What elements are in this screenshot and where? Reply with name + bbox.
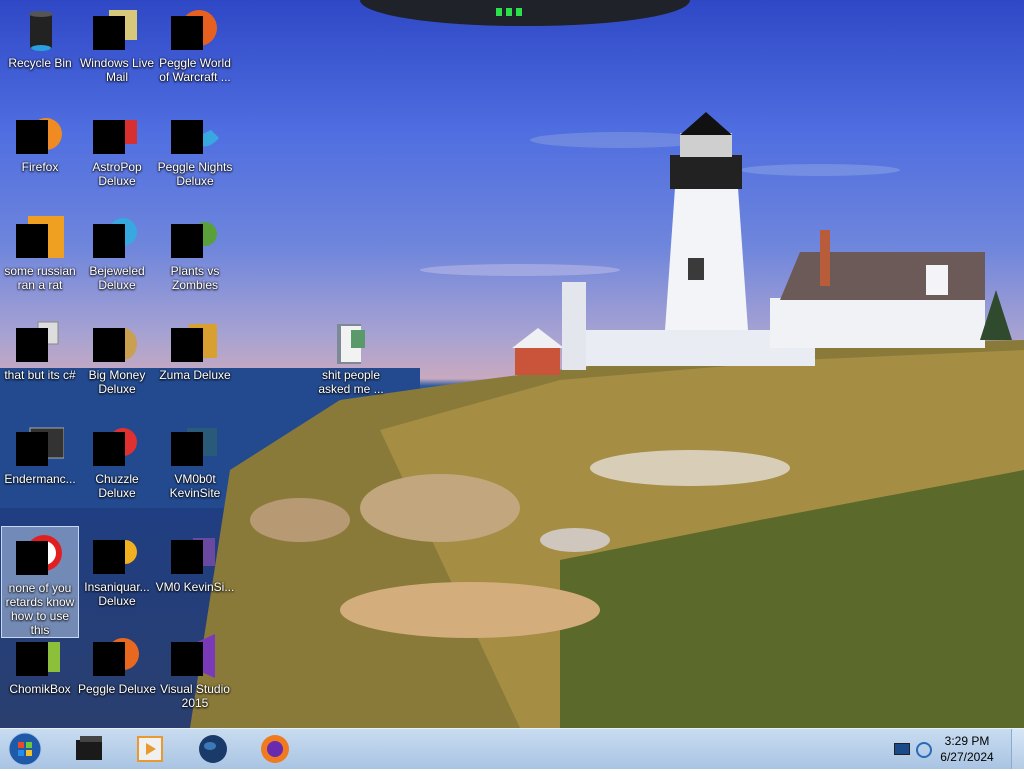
start-button[interactable]	[8, 732, 42, 766]
peggle-icon	[171, 6, 219, 54]
desktop-icon-peggle-wow[interactable]: Peggle World of Warcraft ...	[155, 2, 235, 84]
taskbar-terminal-button[interactable]	[72, 732, 106, 766]
mail-icon	[93, 6, 141, 54]
icon-label: Windows Live Mail	[79, 56, 155, 84]
desktop-icon-plants-vs-zombies[interactable]: Plants vs Zombies	[155, 210, 235, 292]
icon-label: Bejeweled Deluxe	[89, 264, 145, 292]
icon-label: Visual Studio 2015	[160, 682, 230, 710]
desktop-icon-chuzzle[interactable]: Chuzzle Deluxe	[77, 418, 157, 500]
globe-icon	[199, 735, 227, 763]
icon-label: AstroPop Deluxe	[92, 160, 142, 188]
desktop-icon-vm0-kevinsite[interactable]: VM0 KevinSi...	[155, 526, 235, 594]
icon-label: that but its c#	[4, 368, 76, 382]
text-file-icon	[16, 214, 64, 262]
network-icon[interactable]	[894, 743, 910, 755]
system-tray: 3:29 PM 6/27/2024	[884, 729, 1024, 769]
desktop-icon-rat[interactable]: some russian ran a rat	[0, 210, 80, 292]
taskbar: 3:29 PM 6/27/2024	[0, 728, 1024, 769]
volume-icon[interactable]	[916, 742, 932, 758]
desktop-icon-endermanch[interactable]: Endermanc...	[0, 418, 80, 486]
icon-label: shit people asked me ...	[318, 368, 384, 396]
icon-label: Peggle World of Warcraft ...	[159, 56, 231, 84]
show-desktop-button[interactable]	[1011, 729, 1024, 769]
desktop-icon-windows-live-mail[interactable]: Windows Live Mail	[77, 2, 157, 84]
icon-label: Peggle Deluxe	[77, 682, 157, 696]
icon-label: some russian ran a rat	[4, 264, 76, 292]
icon-label: VM0b0t KevinSite	[169, 472, 221, 500]
icon-label: Chuzzle Deluxe	[95, 472, 139, 500]
zuma-icon	[171, 318, 219, 366]
desktop-icon-vm0b0t[interactable]: VM0b0t KevinSite	[155, 418, 235, 500]
media-player-icon	[137, 736, 163, 762]
desktop-icon-visual-studio[interactable]: Visual Studio 2015	[155, 628, 235, 710]
icon-label: Big Money Deluxe	[88, 368, 146, 396]
clock-time: 3:29 PM	[944, 734, 990, 748]
taskbar-firefox-button[interactable]	[258, 732, 292, 766]
icon-label: Endermanc...	[4, 472, 76, 486]
console-icon	[16, 422, 65, 470]
money-bag-icon	[93, 318, 141, 366]
desktop[interactable]: Recycle Bin Firefox some russian ran a r…	[0, 0, 1024, 728]
insaniquarium-icon	[93, 530, 141, 578]
taskbar-media-player-button[interactable]	[134, 732, 168, 766]
peggle-deluxe-icon	[93, 632, 141, 680]
clock[interactable]: 3:29 PM 6/27/2024	[932, 733, 1002, 765]
desktop-icon-recycle-bin[interactable]: Recycle Bin	[0, 2, 80, 70]
firefox-icon	[16, 110, 64, 158]
desktop-icon-none-of-you[interactable]: none of you retards know how to use this	[1, 526, 79, 638]
document-stack-icon	[16, 318, 64, 366]
desktop-icon-shit-people[interactable]: shit people asked me ...	[311, 314, 391, 396]
icon-label: Insaniquar... Deluxe	[84, 580, 150, 608]
desktop-icon-firefox[interactable]: Firefox	[0, 106, 80, 174]
status-indicator-icon	[496, 8, 502, 16]
desktop-icon-csharp[interactable]: that but its c#	[0, 314, 80, 382]
icon-label: Peggle Nights Deluxe	[157, 160, 233, 188]
vm-icon	[171, 422, 219, 470]
taskbar-globe-button[interactable]	[196, 732, 230, 766]
status-indicator-icon	[506, 8, 512, 16]
desktop-icon-big-money[interactable]: Big Money Deluxe	[77, 314, 157, 396]
icon-label: Plants vs Zombies	[170, 264, 220, 292]
icon-label: Zuma Deluxe	[159, 368, 231, 382]
icon-label: Recycle Bin	[8, 56, 72, 70]
recycle-bin-icon	[16, 6, 64, 54]
firefox-icon	[261, 735, 289, 763]
clock-date: 6/27/2024	[940, 750, 994, 764]
desktop-icon-peggle-deluxe[interactable]: Peggle Deluxe	[77, 628, 157, 696]
chomikbox-icon	[16, 632, 64, 680]
folder-icon	[327, 318, 375, 366]
icon-label: VM0 KevinSi...	[155, 580, 235, 594]
status-indicator-icon	[516, 8, 522, 16]
desktop-icon-astropop[interactable]: AstroPop Deluxe	[77, 106, 157, 188]
chuzzle-icon	[93, 422, 141, 470]
vm-icon	[171, 530, 219, 578]
desktop-icon-chomikbox[interactable]: ChomikBox	[0, 628, 80, 696]
visual-studio-icon	[171, 632, 219, 680]
peggle-nights-icon	[171, 110, 219, 158]
desktop-icon-peggle-nights[interactable]: Peggle Nights Deluxe	[155, 106, 235, 188]
astropop-icon	[93, 110, 141, 158]
icon-label: ChomikBox	[9, 682, 71, 696]
terminal-icon	[76, 736, 102, 760]
desktop-icon-insaniquarium[interactable]: Insaniquar... Deluxe	[77, 526, 157, 608]
bejeweled-icon	[93, 214, 141, 262]
start-orb-icon	[8, 732, 42, 766]
app-icon	[16, 531, 64, 579]
icon-label: Firefox	[21, 160, 59, 174]
plants-vs-zombies-icon	[171, 214, 219, 262]
desktop-icon-bejeweled[interactable]: Bejeweled Deluxe	[77, 210, 157, 292]
desktop-icon-zuma[interactable]: Zuma Deluxe	[155, 314, 235, 382]
